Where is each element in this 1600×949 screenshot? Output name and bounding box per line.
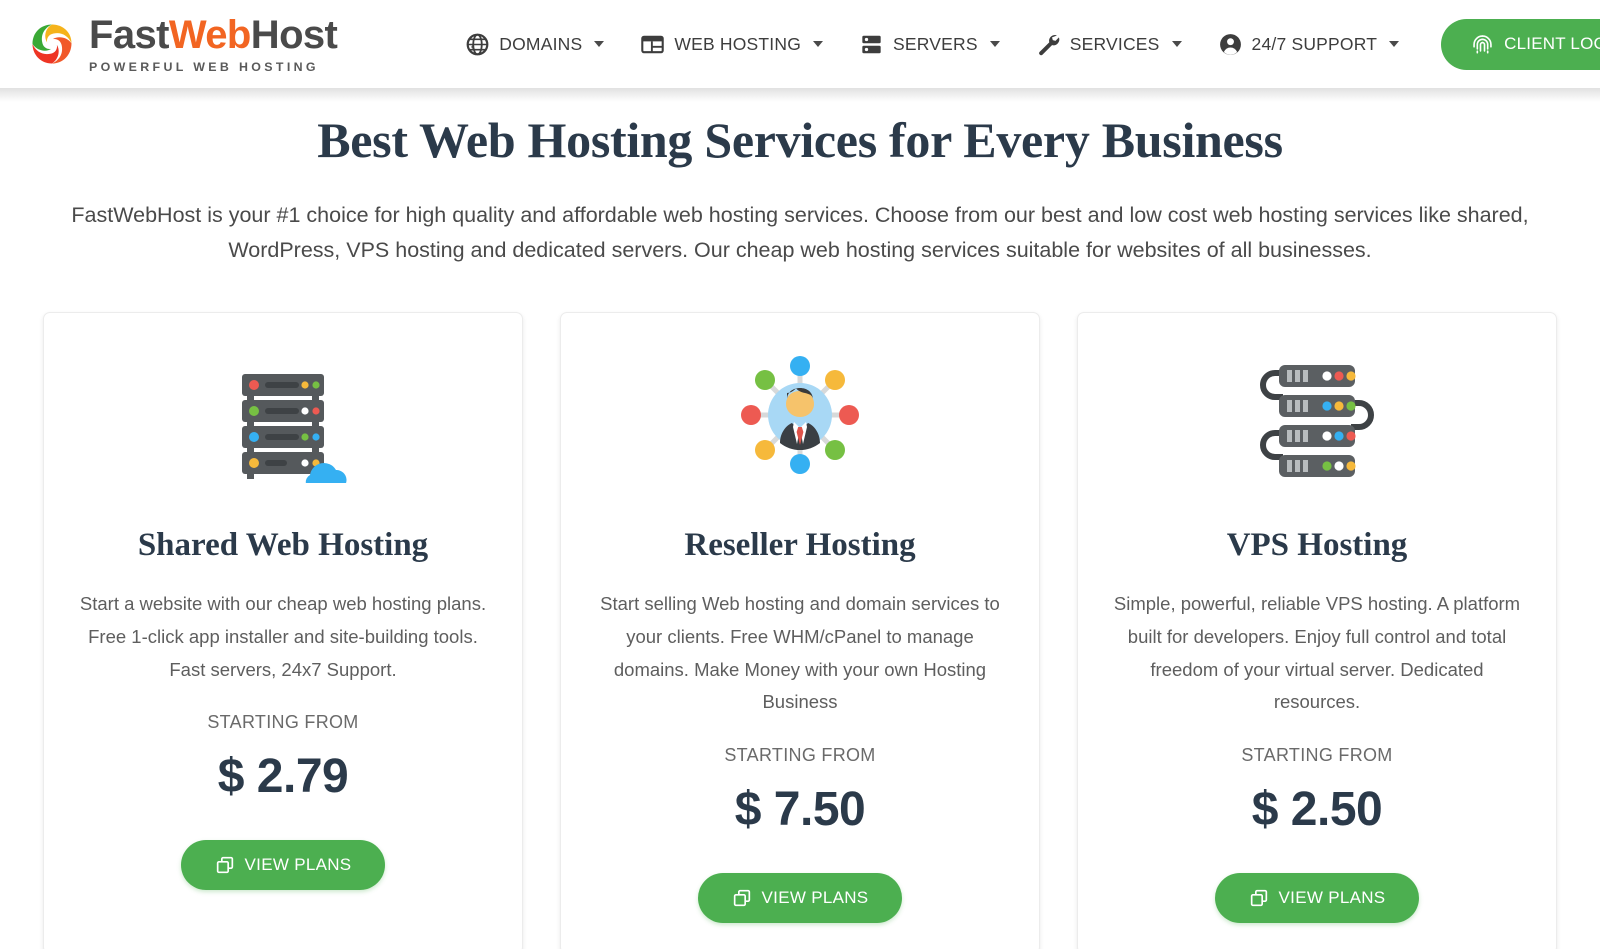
fingerprint-icon xyxy=(1473,34,1492,54)
nav-item-web-hosting[interactable]: WEB HOSTING xyxy=(622,24,841,65)
page-title: Best Web Hosting Services for Every Busi… xyxy=(317,112,1283,168)
view-plans-button[interactable]: VIEW PLANS xyxy=(1214,873,1420,924)
card-price-label: STARTING FROM xyxy=(724,745,876,766)
card-price-label: STARTING FROM xyxy=(1241,745,1393,766)
card-price: $ 7.50 xyxy=(734,783,866,837)
card-icon-wrap xyxy=(215,345,351,485)
fastwebhost-swirl-logo-icon xyxy=(32,24,72,64)
hero-subtitle: FastWebHost is your #1 choice for high q… xyxy=(71,203,1529,262)
client-login-button[interactable]: CLIENT LOGIN xyxy=(1441,18,1600,70)
logo-tagline: POWERFUL WEB HOSTING xyxy=(89,59,319,74)
nav-item-support[interactable]: 24/7 SUPPORT xyxy=(1200,24,1418,65)
nav-label-services: SERVICES xyxy=(1069,33,1160,54)
browser-window-icon xyxy=(641,35,665,53)
view-plans-label: VIEW PLANS xyxy=(1278,888,1386,908)
card-vps-hosting[interactable]: VPS Hosting Simple, powerful, reliable V… xyxy=(1077,311,1557,949)
chevron-down-icon xyxy=(1389,41,1400,47)
view-plans-label: VIEW PLANS xyxy=(244,855,352,875)
card-description: Simple, powerful, reliable VPS hosting. … xyxy=(1113,592,1521,713)
reseller-network-user-icon xyxy=(741,355,859,474)
logo-word-web: Web xyxy=(168,12,252,57)
logo-word-host: Host xyxy=(250,12,338,57)
card-title: Shared Web Hosting xyxy=(137,526,429,563)
hosting-plan-cards: Shared Web Hosting Start a website with … xyxy=(0,268,1600,949)
copy-icon xyxy=(216,857,233,874)
card-title: Reseller Hosting xyxy=(684,526,916,563)
user-circle-icon xyxy=(1219,33,1241,55)
nav-label-web-hosting: WEB HOSTING xyxy=(674,33,802,54)
nav-label-support: 24/7 SUPPORT xyxy=(1251,33,1378,54)
chevron-down-icon xyxy=(813,41,824,47)
card-reseller-hosting[interactable]: Reseller Hosting Start selling Web hosti… xyxy=(560,311,1040,949)
site-header: FastWebHost POWERFUL WEB HOSTING DOMAINS… xyxy=(0,0,1600,102)
card-description: Start a website with our cheap web hosti… xyxy=(79,592,487,680)
logo-word-fast: Fast xyxy=(89,12,169,57)
view-plans-button[interactable]: VIEW PLANS xyxy=(697,873,903,924)
nav-label-domains: DOMAINS xyxy=(499,33,583,54)
card-title: VPS Hosting xyxy=(1226,526,1408,563)
view-plans-button[interactable]: VIEW PLANS xyxy=(180,840,386,891)
card-description: Start selling Web hosting and domain ser… xyxy=(600,592,1000,713)
nav-item-services[interactable]: SERVICES xyxy=(1018,24,1200,65)
copy-icon xyxy=(1250,890,1267,907)
chevron-down-icon xyxy=(989,41,1000,47)
hero-section: Best Web Hosting Services for Every Busi… xyxy=(0,88,1600,268)
nav-item-servers[interactable]: SERVERS xyxy=(841,24,1018,65)
card-price: $ 2.79 xyxy=(217,750,349,804)
card-shared-web-hosting[interactable]: Shared Web Hosting Start a website with … xyxy=(43,311,523,949)
view-plans-label: VIEW PLANS xyxy=(761,888,869,908)
server-rack-icon xyxy=(862,35,881,53)
nav-label-servers: SERVERS xyxy=(893,33,978,54)
logo-wordmark: FastWebHost POWERFUL WEB HOSTING xyxy=(89,12,338,74)
logo-word: FastWebHost xyxy=(89,12,338,57)
chevron-down-icon xyxy=(1171,41,1182,47)
copy-icon xyxy=(733,890,750,907)
main-navigation: DOMAINS WEB HOSTING SERVERS SERVICES 24/… xyxy=(447,18,1600,70)
server-stack-cloud-icon xyxy=(242,373,347,483)
chevron-down-icon xyxy=(594,41,605,47)
client-login-label: CLIENT LOGIN xyxy=(1504,34,1600,53)
nav-item-domains[interactable]: DOMAINS xyxy=(447,24,622,65)
card-icon-wrap xyxy=(1249,345,1385,485)
vps-server-cables-icon xyxy=(1260,364,1374,477)
card-icon-wrap xyxy=(732,345,868,485)
card-price-label: STARTING FROM xyxy=(207,712,359,733)
globe-icon xyxy=(466,33,489,55)
card-price: $ 2.50 xyxy=(1251,783,1383,837)
site-logo[interactable]: FastWebHost POWERFUL WEB HOSTING xyxy=(26,12,338,74)
wrench-icon xyxy=(1038,34,1060,55)
